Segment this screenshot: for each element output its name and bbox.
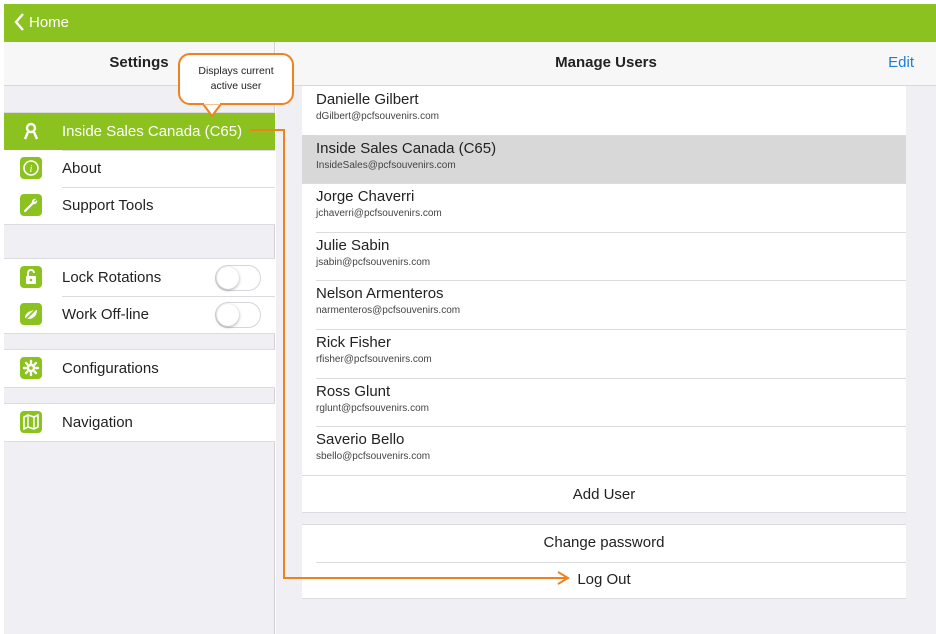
sidebar-item-navigation[interactable]: Navigation (4, 404, 275, 441)
user-row[interactable]: Danielle Gilbert dGilbert@pcfsouvenirs.c… (302, 86, 906, 135)
user-row[interactable]: Julie Sabin jsabin@pcfsouvenirs.com (302, 231, 906, 281)
user-row-selected[interactable]: Inside Sales Canada (C65) InsideSales@pc… (302, 134, 906, 184)
sidebar-item-active-user[interactable]: Inside Sales Canada (C65) (4, 113, 275, 150)
user-row[interactable]: Nelson Armenteros narmenteros@pcfsouveni… (302, 280, 906, 329)
user-row[interactable]: Rick Fisher rfisher@pcfsouvenirs.com (302, 328, 906, 378)
sidebar-item-support-tools[interactable]: Support Tools (4, 187, 275, 224)
info-icon: i (20, 157, 42, 179)
sidebar-item-lock-rotations: Lock Rotations (4, 259, 275, 296)
work-offline-toggle[interactable] (215, 302, 261, 328)
active-user-label: Inside Sales Canada (C65) (62, 123, 243, 140)
lock-rotations-toggle[interactable] (215, 265, 261, 291)
user-email: narmenteros@pcfsouvenirs.com (316, 305, 461, 317)
user-name: Danielle Gilbert (316, 91, 419, 108)
user-name: Jorge Chaverri (316, 188, 415, 206)
user-name: Ross Glunt (316, 382, 391, 400)
sidebar-item-label: Support Tools (62, 197, 154, 214)
gear-icon (20, 357, 42, 379)
sidebar-item-configurations[interactable]: Configurations (4, 350, 275, 387)
sidebar-group-account: Inside Sales Canada (C65) i About Suppor… (4, 112, 275, 225)
user-email: jsabin@pcfsouvenirs.com (316, 256, 431, 268)
lock-rotation-icon (20, 266, 42, 288)
edit-button[interactable]: Edit (888, 42, 914, 84)
logout-button[interactable]: Log Out (302, 561, 906, 599)
home-back-button[interactable]: Home (14, 13, 69, 31)
user-email: rfisher@pcfsouvenirs.com (316, 353, 432, 365)
user-email: jchaverri@pcfsouvenirs.com (316, 208, 442, 220)
sidebar-item-about[interactable]: i About (4, 150, 275, 187)
user-name: Rick Fisher (316, 333, 392, 351)
home-back-label: Home (29, 13, 70, 31)
annotation-callout: Displays current active user (178, 53, 294, 105)
user-name: Saverio Bello (316, 431, 405, 449)
sidebar-item-label: Navigation (62, 414, 133, 431)
user-name: Julie Sabin (316, 236, 390, 254)
wrench-icon (20, 194, 42, 216)
user-email: sbello@pcfsouvenirs.com (316, 451, 431, 463)
manage-users-panel: Manage Users Edit Danielle Gilbert dGilb… (276, 42, 936, 634)
account-actions: Change password Log Out (302, 524, 906, 599)
page-title: Manage Users (555, 54, 657, 71)
sidebar-group-toggles: Lock Rotations Work Off-line (4, 258, 275, 334)
top-nav-bar: Home (4, 4, 936, 42)
user-row[interactable]: Ross Glunt rglunt@pcfsouvenirs.com (302, 377, 906, 427)
offline-icon (20, 303, 42, 325)
sidebar-item-work-offline: Work Off-line (4, 296, 275, 333)
user-list: Danielle Gilbert dGilbert@pcfsouvenirs.c… (302, 86, 906, 513)
user-email: rglunt@pcfsouvenirs.com (316, 402, 429, 414)
sidebar-item-label: Work Off-line (62, 306, 149, 323)
svg-text:i: i (30, 164, 33, 175)
map-icon (20, 411, 42, 433)
user-name: Inside Sales Canada (C65) (316, 139, 497, 157)
user-row[interactable]: Jorge Chaverri jchaverri@pcfsouvenirs.co… (302, 183, 906, 232)
user-icon (20, 120, 42, 142)
sidebar-item-label: Configurations (62, 360, 159, 377)
user-email: dGilbert@pcfsouvenirs.com (316, 111, 439, 122)
user-email: InsideSales@pcfsouvenirs.com (316, 159, 456, 171)
user-row[interactable]: Saverio Bello sbello@pcfsouvenirs.com (302, 426, 906, 475)
add-user-button[interactable]: Add User (302, 474, 906, 513)
callout-text-line1: Displays current (198, 65, 274, 77)
sidebar-group-navigation: Navigation (4, 403, 275, 442)
chevron-left-icon (14, 13, 24, 31)
main-header: Manage Users Edit (276, 42, 936, 86)
change-password-button[interactable]: Change password (302, 525, 906, 562)
callout-text-line2: active user (210, 80, 262, 92)
sidebar-group-configurations: Configurations (4, 349, 275, 388)
sidebar-item-label: Lock Rotations (62, 269, 162, 286)
user-name: Nelson Armenteros (316, 285, 444, 303)
sidebar-item-label: About (62, 160, 102, 177)
settings-sidebar: Settings Inside Sales Canada (C65) i Abo… (4, 42, 275, 634)
